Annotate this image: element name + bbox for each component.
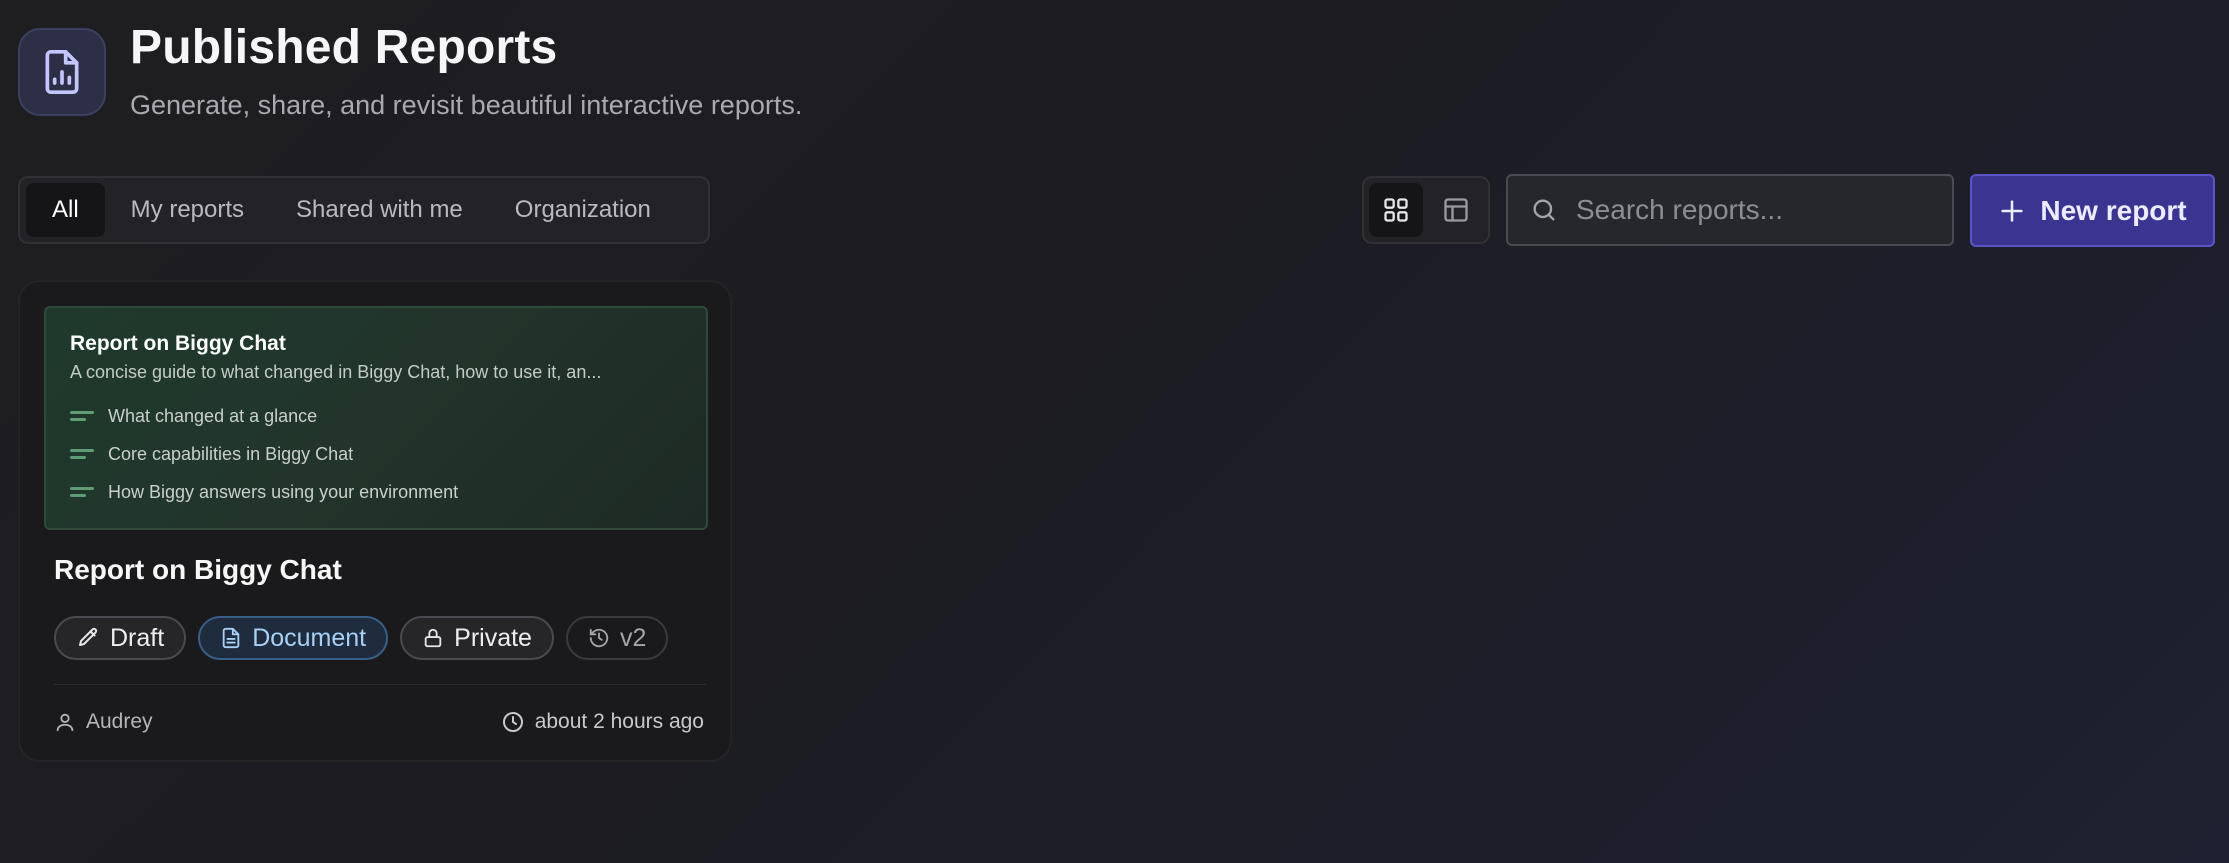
preview-section-label: Core capabilities in Biggy Chat [108, 443, 354, 464]
filter-tabs: All My reports Shared with me Organizati… [18, 176, 710, 244]
version-badge[interactable]: v2 [565, 616, 669, 660]
new-report-button[interactable]: New report [1970, 174, 2215, 247]
status-badge-label: Draft [110, 623, 165, 652]
type-badge-label: Document [252, 623, 367, 652]
preview-section: What changed at a glance [70, 397, 682, 435]
page-subtitle: Generate, share, and revisit beautiful i… [130, 90, 803, 120]
status-badge: Draft [54, 616, 187, 660]
visibility-badge-label: Private [454, 623, 532, 652]
plus-icon [2001, 199, 2023, 222]
report-preview[interactable]: Report on Biggy Chat A concise guide to … [44, 306, 708, 530]
lock-icon [424, 628, 442, 648]
clock-icon [502, 712, 523, 732]
file-chart-icon [45, 50, 79, 94]
section-lines-icon [70, 409, 96, 423]
tab-all[interactable]: All [26, 183, 105, 237]
table-view-button[interactable] [1429, 183, 1483, 237]
type-badge: Document [198, 616, 389, 660]
search-icon [1533, 199, 1555, 221]
tab-shared-with-me[interactable]: Shared with me [270, 183, 489, 237]
preview-section: How Biggy answers using your environment [70, 473, 682, 511]
preview-section-label: How Biggy answers using your environment [108, 481, 459, 502]
preview-section: Core capabilities in Biggy Chat [70, 435, 682, 473]
visibility-badge: Private [400, 616, 554, 660]
page-title: Published Reports [130, 21, 558, 74]
table-icon [1444, 198, 1468, 222]
new-report-label: New report [2040, 194, 2187, 226]
view-toggle [1362, 176, 1490, 244]
section-lines-icon [70, 485, 96, 499]
grid-icon [1384, 198, 1408, 222]
search-input[interactable] [1576, 194, 1936, 226]
search-box [1506, 174, 1954, 246]
user-icon [56, 713, 74, 732]
version-badge-label: v2 [619, 623, 647, 652]
history-icon [589, 628, 609, 648]
report-card[interactable]: Report on Biggy Chat A concise guide to … [18, 280, 732, 762]
report-badges: Draft Document Private v2 [54, 616, 669, 660]
preview-description: A concise guide to what changed in Biggy… [70, 362, 602, 382]
report-author: Audrey [54, 710, 153, 734]
preview-section-label: What changed at a glance [108, 405, 318, 426]
preview-title: Report on Biggy Chat [70, 332, 286, 355]
pencil-icon [79, 627, 98, 646]
grid-view-button[interactable] [1369, 183, 1423, 237]
section-lines-icon [70, 447, 96, 461]
tab-my-reports[interactable]: My reports [105, 183, 270, 237]
document-icon [222, 627, 240, 649]
app-icon [18, 28, 106, 116]
tab-organization[interactable]: Organization [489, 183, 677, 237]
card-divider [54, 684, 706, 685]
updated-time: about 2 hours ago [534, 710, 704, 733]
report-updated: about 2 hours ago [501, 710, 704, 734]
author-name: Audrey [86, 710, 153, 733]
report-title[interactable]: Report on Biggy Chat [54, 554, 342, 586]
